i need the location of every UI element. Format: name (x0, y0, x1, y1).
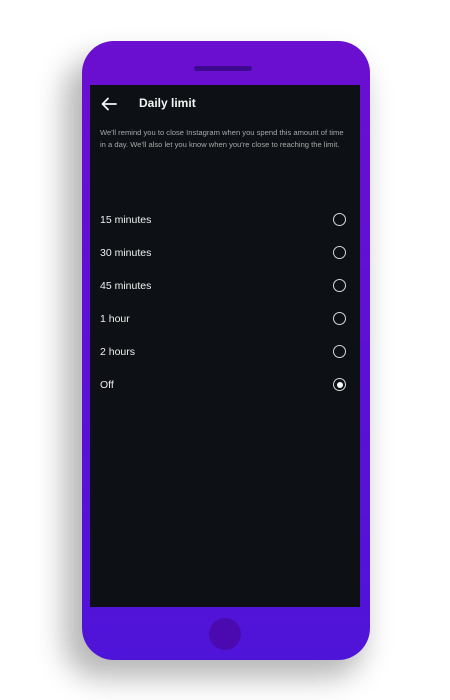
top-bar: Daily limit (90, 85, 360, 123)
limit-options-list: 15 minutes 30 minutes 45 minutes 1 hour … (90, 206, 360, 404)
page-title: Daily limit (139, 96, 196, 110)
option-15-minutes[interactable]: 15 minutes (90, 206, 360, 239)
home-button[interactable] (209, 618, 241, 650)
stage: Daily limit We'll remind you to close In… (0, 0, 450, 700)
option-30-minutes[interactable]: 30 minutes (90, 239, 360, 272)
radio-button[interactable] (333, 345, 346, 358)
speaker-grille (194, 66, 252, 71)
option-1-hour[interactable]: 1 hour (90, 305, 360, 338)
option-label: 1 hour (100, 313, 130, 325)
description-text: We'll remind you to close Instagram when… (100, 128, 344, 149)
arrow-left-icon[interactable] (100, 96, 118, 112)
option-45-minutes[interactable]: 45 minutes (90, 272, 360, 305)
option-off[interactable]: Off (90, 371, 360, 404)
option-label: 2 hours (100, 346, 136, 358)
radio-button[interactable] (333, 246, 346, 259)
phone-screen: Daily limit We'll remind you to close In… (90, 85, 360, 607)
option-label: 30 minutes (100, 247, 152, 259)
option-label: 45 minutes (100, 280, 152, 292)
radio-button[interactable] (333, 213, 346, 226)
option-label: Off (100, 379, 114, 391)
option-label: 15 minutes (100, 214, 152, 226)
option-2-hours[interactable]: 2 hours (90, 338, 360, 371)
phone-frame: Daily limit We'll remind you to close In… (82, 41, 370, 660)
radio-button[interactable] (333, 378, 346, 391)
radio-button[interactable] (333, 312, 346, 325)
radio-button[interactable] (333, 279, 346, 292)
